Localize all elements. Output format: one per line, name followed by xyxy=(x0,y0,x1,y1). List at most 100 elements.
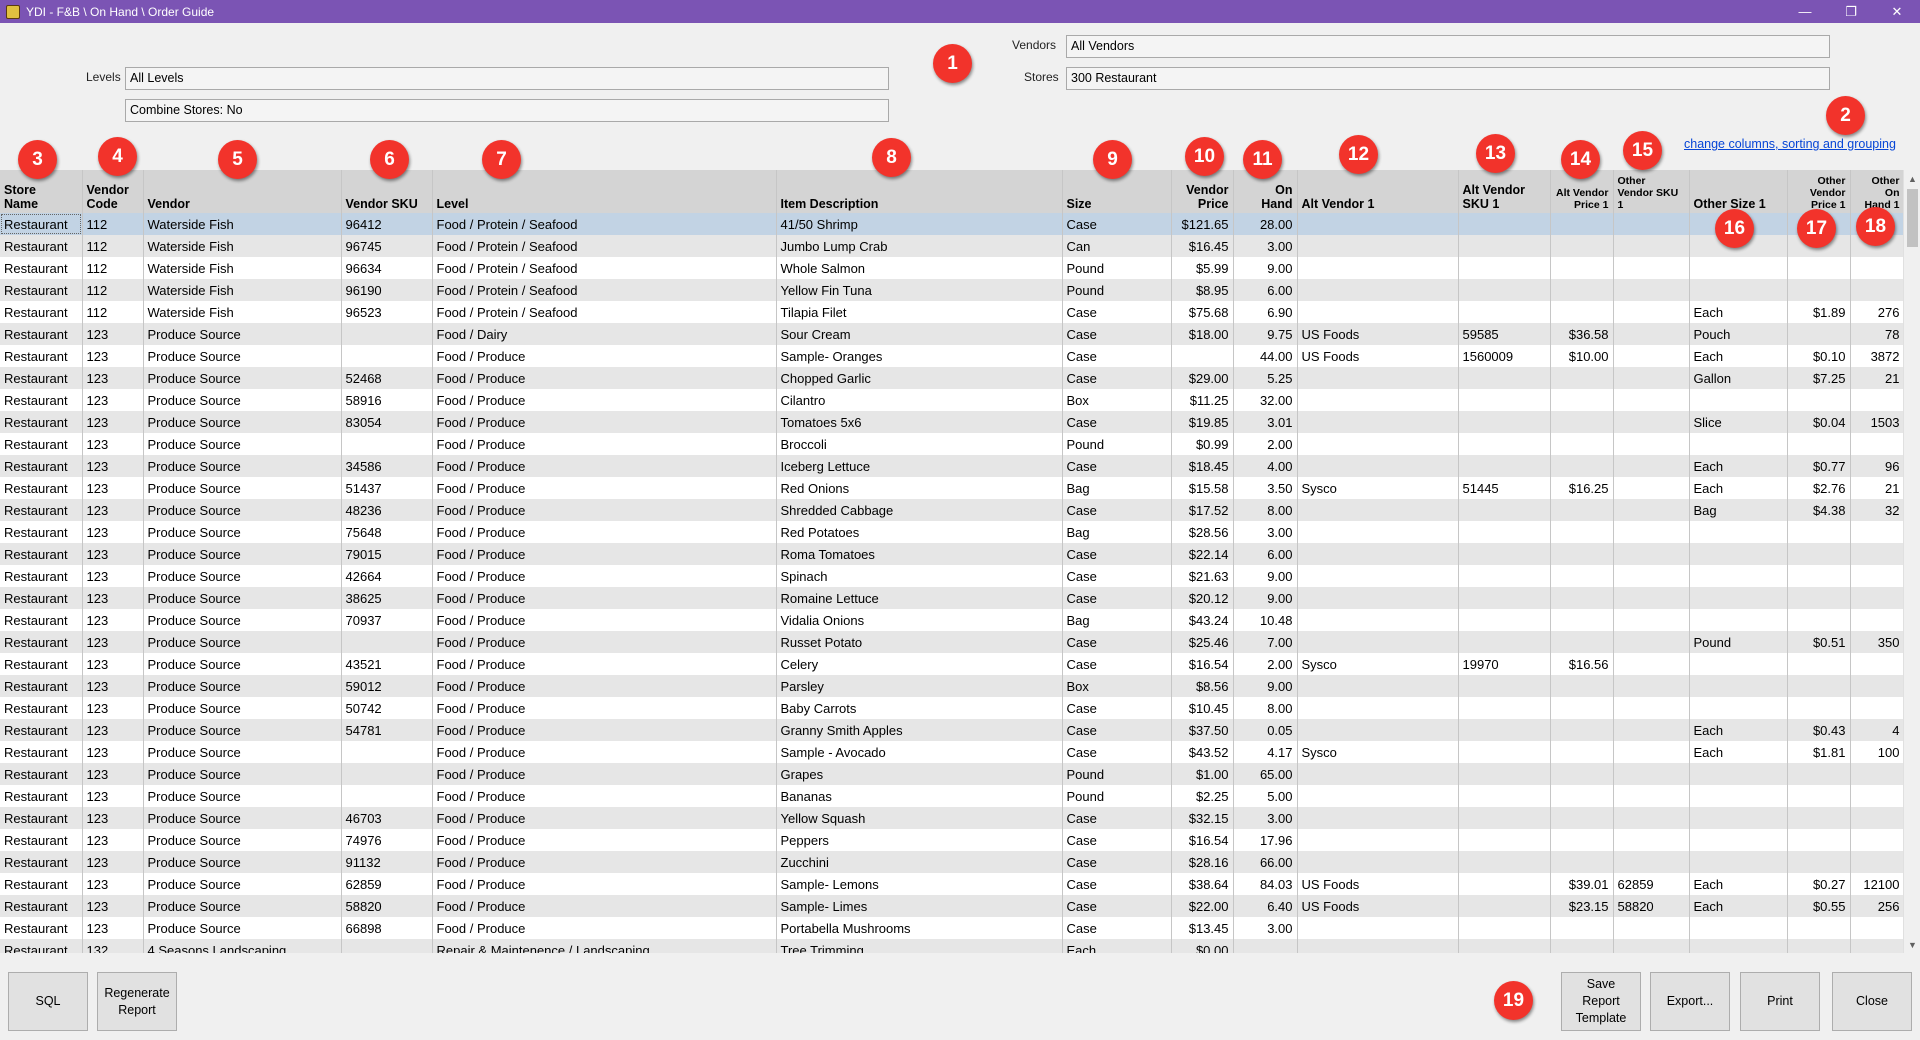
table-row[interactable]: Restaurant 123 Produce Source 58916 Food / P… xyxy=(0,389,1905,411)
vendors-field[interactable]: All Vendors xyxy=(1066,35,1830,58)
table-cell: 9.75 xyxy=(1233,323,1298,345)
column-header[interactable]: Level xyxy=(432,170,777,213)
table-cell xyxy=(1458,697,1551,719)
table-cell: $75.68 xyxy=(1171,301,1234,323)
table-cell: Case xyxy=(1062,587,1172,609)
table-row[interactable]: Restaurant 123 Produce Source Food / Produc… xyxy=(0,741,1905,763)
close-button[interactable]: Close xyxy=(1832,972,1912,1031)
table-cell xyxy=(341,323,433,345)
table-row[interactable]: Restaurant 123 Produce Source Food / Dairy S… xyxy=(0,323,1905,345)
table-cell xyxy=(1850,807,1905,829)
stores-field[interactable]: 300 Restaurant xyxy=(1066,67,1830,90)
table-cell: 123 xyxy=(82,389,144,411)
table-row[interactable]: Restaurant 123 Produce Source Food / Produc… xyxy=(0,631,1905,653)
table-cell xyxy=(1850,543,1905,565)
table-cell: 123 xyxy=(82,433,144,455)
table-cell: Restaurant xyxy=(0,741,83,763)
table-cell xyxy=(1550,631,1614,653)
table-cell xyxy=(1689,433,1788,455)
regenerate-report-button[interactable]: Regenerate Report xyxy=(97,972,177,1031)
scroll-thumb[interactable] xyxy=(1907,189,1918,247)
table-row[interactable]: Restaurant 112 Waterside Fish 96523 Food / P… xyxy=(0,301,1905,323)
table-row[interactable]: Restaurant 123 Produce Source 38625 Food / P… xyxy=(0,587,1905,609)
table-cell: 58820 xyxy=(341,895,433,917)
column-header-text: SKU 1 xyxy=(1462,197,1500,211)
order-guide-grid[interactable]: Store Name Vendor Code Vendor Vendor SKU Le… xyxy=(0,170,1920,953)
table-cell xyxy=(1850,565,1905,587)
column-header-text: Alt Vendor xyxy=(1555,187,1609,199)
table-row[interactable]: Restaurant 123 Produce Source 52468 Food / P… xyxy=(0,367,1905,389)
table-row[interactable]: Restaurant 123 Produce Source 70937 Food / P… xyxy=(0,609,1905,631)
table-row[interactable]: Restaurant 123 Produce Source 58820 Food / P… xyxy=(0,895,1905,917)
table-row[interactable]: Restaurant 123 Produce Source Food / Produc… xyxy=(0,433,1905,455)
close-icon[interactable]: ✕ xyxy=(1874,0,1920,23)
table-cell xyxy=(1458,521,1551,543)
table-row[interactable]: Restaurant 123 Produce Source Food / Produc… xyxy=(0,785,1905,807)
export-button[interactable]: Export... xyxy=(1650,972,1730,1031)
table-row[interactable]: Restaurant 123 Produce Source 51437 Food / P… xyxy=(0,477,1905,499)
sql-button[interactable]: SQL xyxy=(8,972,88,1031)
column-header-text xyxy=(1067,183,1167,197)
table-row[interactable]: Restaurant 123 Produce Source 42664 Food / P… xyxy=(0,565,1905,587)
table-row[interactable]: Restaurant 123 Produce Source 91132 Food / P… xyxy=(0,851,1905,873)
column-header[interactable]: Other Vendor Price 1 xyxy=(1787,170,1851,213)
table-cell: Case xyxy=(1062,895,1172,917)
table-row[interactable]: Restaurant 123 Produce Source 74976 Food / P… xyxy=(0,829,1905,851)
save-report-template-button[interactable]: Save Report Template xyxy=(1561,972,1641,1031)
table-row[interactable]: Restaurant 123 Produce Source 79015 Food / P… xyxy=(0,543,1905,565)
table-row[interactable]: Restaurant 132 4 Seasons Landscaping Repair… xyxy=(0,939,1905,953)
table-cell: 52468 xyxy=(341,367,433,389)
table-row[interactable]: Restaurant 123 Produce Source 62859 Food / P… xyxy=(0,873,1905,895)
print-button[interactable]: Print xyxy=(1740,972,1820,1031)
table-row[interactable]: Restaurant 123 Produce Source 34586 Food / P… xyxy=(0,455,1905,477)
table-row[interactable]: Restaurant 123 Produce Source 48236 Food / P… xyxy=(0,499,1905,521)
table-row[interactable]: Restaurant 112 Waterside Fish 96745 Food / P… xyxy=(0,235,1905,257)
table-row[interactable]: Restaurant 123 Produce Source 54781 Food / P… xyxy=(0,719,1905,741)
table-cell xyxy=(1850,763,1905,785)
table-row[interactable]: Restaurant 123 Produce Source 43521 Food / P… xyxy=(0,653,1905,675)
column-header[interactable]: Other Size 1 xyxy=(1689,170,1788,213)
table-row[interactable]: Restaurant 123 Produce Source 59012 Food / P… xyxy=(0,675,1905,697)
table-row[interactable]: Restaurant 123 Produce Source 50742 Food / P… xyxy=(0,697,1905,719)
table-row[interactable]: Restaurant 123 Produce Source Food / Produc… xyxy=(0,345,1905,367)
column-header[interactable]: Other Vendor SKU 1 xyxy=(1613,170,1690,213)
table-row[interactable]: Restaurant 123 Produce Source 66898 Food / P… xyxy=(0,917,1905,939)
table-cell: 96412 xyxy=(341,213,433,235)
table-cell: Case xyxy=(1062,829,1172,851)
table-row[interactable]: Restaurant 112 Waterside Fish 96412 Food / P… xyxy=(0,213,1905,235)
scroll-down-icon[interactable]: ▼ xyxy=(1904,936,1920,953)
table-cell: 62859 xyxy=(341,873,433,895)
change-columns-link[interactable]: change columns, sorting and grouping xyxy=(1684,137,1896,151)
column-header[interactable]: Vendor Code xyxy=(82,170,144,213)
levels-field[interactable]: All Levels xyxy=(125,67,889,90)
restore-icon[interactable]: ❐ xyxy=(1828,0,1874,23)
table-cell: Baby Carrots xyxy=(776,697,1063,719)
column-header[interactable]: Vendor Price xyxy=(1171,170,1234,213)
table-row[interactable]: Restaurant 123 Produce Source 75648 Food / P… xyxy=(0,521,1905,543)
table-cell: Restaurant xyxy=(0,675,83,697)
table-cell: $25.46 xyxy=(1171,631,1234,653)
column-header-text: Other xyxy=(1871,175,1900,187)
table-row[interactable]: Restaurant 112 Waterside Fish 96190 Food / P… xyxy=(0,279,1905,301)
table-cell xyxy=(1458,829,1551,851)
column-header-text: On xyxy=(1275,183,1293,197)
table-cell: 44.00 xyxy=(1233,345,1298,367)
table-cell: 59012 xyxy=(341,675,433,697)
vertical-scrollbar[interactable]: ▲ ▼ xyxy=(1903,170,1920,953)
column-header[interactable]: Alt Vendor 1 xyxy=(1297,170,1459,213)
table-cell: 123 xyxy=(82,609,144,631)
table-cell: Restaurant xyxy=(0,543,83,565)
column-header[interactable]: Alt Vendor SKU 1 xyxy=(1458,170,1551,213)
table-cell: Waterside Fish xyxy=(143,301,342,323)
table-row[interactable]: Restaurant 123 Produce Source 83054 Food / P… xyxy=(0,411,1905,433)
column-header[interactable]: Item Description xyxy=(776,170,1063,213)
table-row[interactable]: Restaurant 112 Waterside Fish 96634 Food / P… xyxy=(0,257,1905,279)
table-cell: $20.12 xyxy=(1171,587,1234,609)
table-cell: Restaurant xyxy=(0,807,83,829)
table-row[interactable]: Restaurant 123 Produce Source Food / Produc… xyxy=(0,763,1905,785)
table-cell: 123 xyxy=(82,763,144,785)
scroll-up-icon[interactable]: ▲ xyxy=(1904,170,1920,187)
table-row[interactable]: Restaurant 123 Produce Source 46703 Food / P… xyxy=(0,807,1905,829)
combine-stores-field[interactable]: Combine Stores: No xyxy=(125,99,889,122)
minimize-icon[interactable]: — xyxy=(1782,0,1828,23)
